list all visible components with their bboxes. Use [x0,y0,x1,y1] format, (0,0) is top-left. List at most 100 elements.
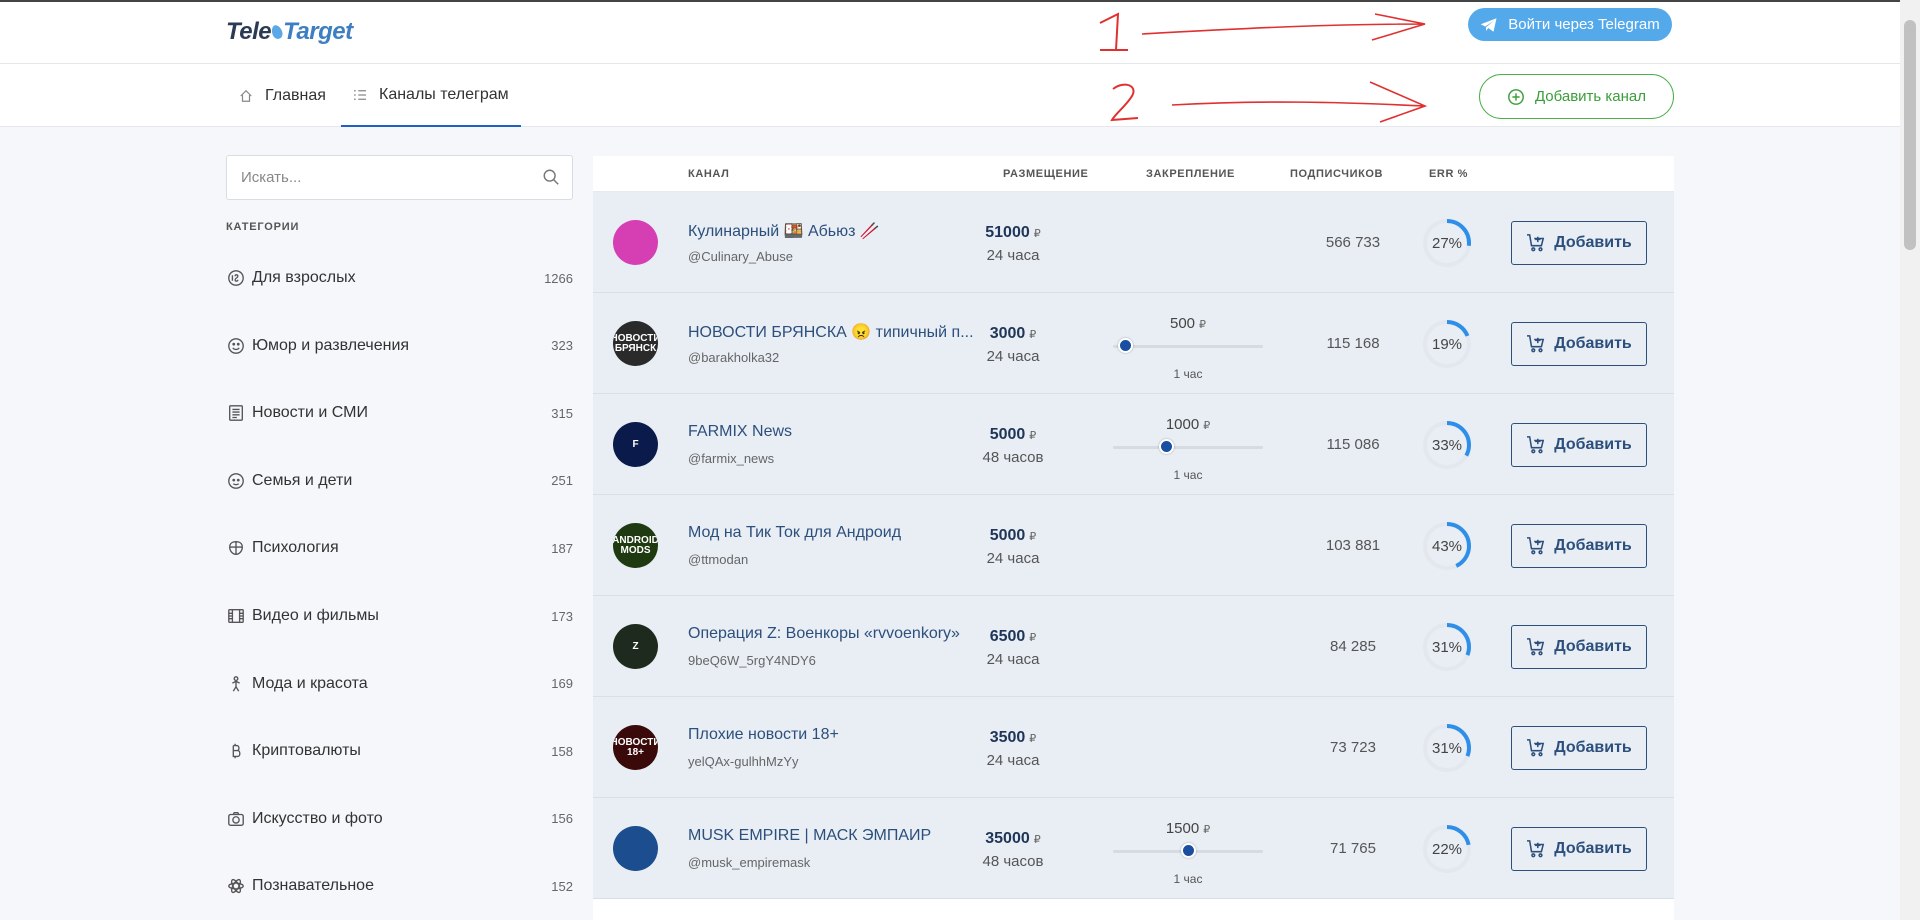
avatar-text: НОВОСТИ 18+ [613,736,658,758]
channels-table: КАНАЛ РАЗМЕЩЕНИЕ ЗАКРЕПЛЕНИЕ ПОДПИСЧИКОВ… [593,156,1674,920]
category-item[interactable]: Мода и красота 169 [226,669,573,699]
channel-handle: 9beQ6W_5rgY4NDY6 [688,653,816,668]
err-gauge: 43% [1418,517,1476,575]
category-item[interactable]: Семья и дети 251 [226,466,573,496]
add-channel-label: Добавить канал [1534,88,1647,105]
category-count: 251 [551,473,573,489]
cart-plus-icon [1527,638,1545,656]
err-value: 31% [1431,739,1463,757]
channel-name-link[interactable]: НОВОСТИ БРЯНСКА 😠 типичный п... [688,322,974,342]
col-placement: РАЗМЕЩЕНИЕ [1003,168,1089,180]
cart-plus-icon [1527,436,1545,454]
table-header: КАНАЛ РАЗМЕЩЕНИЕ ЗАКРЕПЛЕНИЕ ПОДПИСЧИКОВ… [593,156,1674,192]
categories-title: КАТЕГОРИИ [226,221,300,233]
person-icon [226,674,246,694]
channel-avatar[interactable]: НОВОСТИ БРЯНСК [613,321,658,366]
col-channel: КАНАЛ [688,168,730,180]
add-button-label: Добавить [1554,739,1632,756]
subscribers-count: 71 765 [1330,840,1376,857]
cart-plus-icon [1527,739,1545,757]
add-to-cart-button[interactable]: Добавить [1511,726,1647,770]
scrollbar-thumb[interactable] [1904,20,1916,250]
add-to-cart-button[interactable]: Добавить [1511,423,1647,467]
category-item[interactable]: Видео и фильмы 173 [226,601,573,631]
search-icon[interactable] [542,168,560,186]
category-label: Юмор и развлечения [252,336,410,354]
newspaper-icon [226,403,246,423]
pin-slider-knob[interactable] [1181,843,1196,858]
category-item[interactable]: Психология 187 [226,533,573,563]
channel-avatar[interactable] [613,220,658,265]
category-item[interactable]: Юмор и развлечения 323 [226,331,573,361]
category-label: Мода и красота [252,674,368,692]
pin-slider-track[interactable] [1113,345,1263,348]
placement-price: 5000 ₽ [989,426,1037,443]
err-gauge: 31% [1418,719,1476,777]
nav-home[interactable]: Главная [239,64,326,127]
channel-avatar[interactable]: НОВОСТИ 18+ [613,725,658,770]
table-row: Кулинарный 🍱 Абьюз 🥢 @Culinary_Abuse 51000… [593,192,1674,293]
add-to-cart-button[interactable]: Добавить [1511,524,1647,568]
channel-name-link[interactable]: Мод на Тик Ток для Андроид [688,524,901,542]
channel-name-link[interactable]: Плохие новости 18+ [688,726,839,744]
home-icon [240,89,252,102]
add-to-cart-button[interactable]: Добавить [1511,827,1647,871]
pin-price: 1000 ₽ [1165,416,1211,433]
channel-avatar[interactable]: Z [613,624,658,669]
logo[interactable]: Tele Target [226,18,353,46]
subscribers-count: 73 723 [1330,739,1376,756]
nav-channels[interactable]: Каналы телеграм [341,64,521,127]
category-label: Психология [252,539,339,557]
cart-plus-icon [1527,234,1545,252]
channel-name-link[interactable]: MUSK EMPIRE | МАСК ЭМПАИР [688,827,931,845]
add-to-cart-button[interactable]: Добавить [1511,322,1647,366]
channel-handle: @barakholka32 [688,350,780,365]
add-channel-button[interactable]: Добавить канал [1479,74,1674,119]
category-count: 187 [551,540,573,556]
table-row: НОВОСТИ 18+ Плохие новости 18+ yelQAx-gulh… [593,697,1674,798]
category-item[interactable]: Новости и СМИ 315 [226,398,573,428]
err-value: 31% [1431,638,1463,656]
placement-price: 6500 ₽ [989,628,1037,645]
add-button-label: Добавить [1554,436,1632,453]
col-subscribers: ПОДПИСЧИКОВ [1290,168,1384,180]
channel-name-link[interactable]: Кулинарный 🍱 Абьюз 🥢 [688,221,880,241]
atom-icon [226,876,246,896]
pin-slider-track[interactable] [1113,446,1263,449]
category-item[interactable]: Искусство и фото 156 [226,804,573,834]
add-to-cart-button[interactable]: Добавить [1511,625,1647,669]
channel-avatar[interactable]: F [613,422,658,467]
avatar-text: ANDROID MODS [613,534,658,556]
category-label: Для взрослых [252,269,356,286]
table-row: ANDROID MODS Мод на Тик Ток для Андроид @t… [593,495,1674,596]
search-input[interactable] [227,156,517,199]
category-item[interactable]: Криптовалюты 158 [226,736,573,766]
placement-price: 5000 ₽ [989,527,1037,544]
channel-avatar[interactable] [613,826,658,871]
placement-duration: 48 часов [982,449,1044,466]
page-scrollbar[interactable] [1900,0,1920,920]
table-row: MUSK EMPIRE | МАСК ЭМПАИР @musk_empiremas… [593,798,1674,899]
pin-slider-knob[interactable] [1118,338,1133,353]
pin-slider-knob[interactable] [1158,439,1174,454]
channel-avatar[interactable]: ANDROID MODS [613,523,658,568]
category-item[interactable]: Для взрослых 1266 [226,263,573,293]
placement-duration: 24 часа [986,550,1040,567]
film-icon [226,606,246,626]
adult-18-icon [226,268,246,288]
err-gauge: 19% [1418,315,1476,373]
add-to-cart-button[interactable]: Добавить [1511,221,1647,265]
pin-price: 500 ₽ [1169,315,1207,332]
pin-duration: 1 час [1173,367,1203,381]
baby-face-icon [226,471,246,491]
category-label: Видео и фильмы [252,607,379,624]
channel-name-link[interactable]: Операция Z: Военкоры «rvvoenkory» [688,625,960,643]
category-item[interactable]: Познавательное 152 [226,871,573,901]
channel-name-link[interactable]: FARMIX News [688,423,792,441]
err-gauge: 31% [1418,618,1476,676]
subscribers-count: 115 086 [1326,436,1380,453]
placement-price: 35000 ₽ [985,830,1041,847]
col-pin: ЗАКРЕПЛЕНИЕ [1146,168,1235,180]
telegram-login-button[interactable]: Войти через Telegram [1468,8,1672,41]
category-count: 152 [551,878,573,894]
